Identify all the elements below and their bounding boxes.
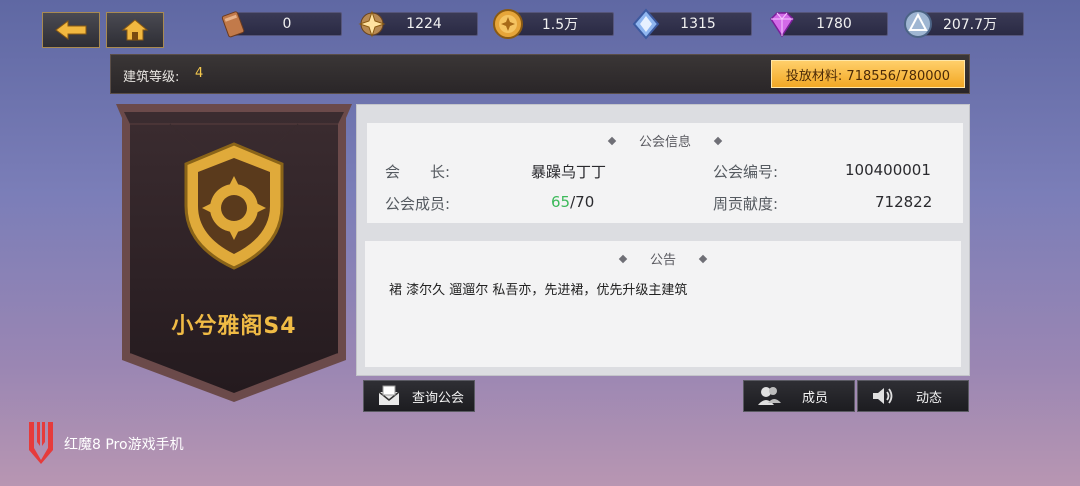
home-icon [121,19,149,41]
activity-button[interactable]: 动态 [857,380,969,412]
back-button[interactable] [42,12,100,48]
speaker-icon [870,383,896,409]
resource-scroll: 0 [221,11,342,38]
members-count: 65/70 [551,193,594,211]
leader-label: 会 长: [385,163,451,181]
notice-title: 公告 [365,249,961,268]
diamond-icon [618,254,628,263]
contribution-label: 周贡献度: [713,195,779,213]
scroll-icon [217,7,251,41]
leader-value: 暴躁乌丁丁 [531,163,607,181]
resource-coin: 1.5万 [493,9,614,39]
diamond-icon [713,136,723,145]
resource-value: 1224 [406,16,442,32]
resource-star: 1224 [358,10,478,38]
guild-banner: 小兮雅阁S4 [110,104,358,404]
members-icon [756,383,782,409]
diamond-icon [698,254,708,263]
resource-value: 0 [282,16,292,32]
resource-value: 207.7万 [942,17,998,33]
notice-card: 公告 裙 漆尔久 遛遛尔 私吾亦，先进裙，优先升级主建筑 [365,241,961,367]
guild-info-panel: 公会信息 会 长: 暴躁乌丁丁 公会编号: 100400001 公会成员: 65… [356,104,970,376]
silver-orb-icon [901,7,935,41]
guild-id-value: 100400001 [845,161,931,179]
building-level-value: 4 [195,66,204,81]
resource-value: 1.5万 [541,17,579,33]
notice-text: 裙 漆尔久 遛遛尔 私吾亦，先进裙，优先升级主建筑 [389,283,688,298]
contribution-value: 712822 [875,193,933,211]
members-button[interactable]: 成员 [743,380,855,412]
purple-diamond-icon [765,7,799,41]
info-card: 公会信息 会 长: 暴躁乌丁丁 公会编号: 100400001 公会成员: 65… [367,123,963,223]
members-current: 65 [551,193,571,211]
gold-coin-icon [491,7,525,41]
resource-orb: 207.7万 [904,10,1024,38]
watermark-text: 红魔8 Pro游戏手机 [64,437,184,453]
resource-value: 1315 [680,16,716,32]
guild-id-label: 公会编号: [713,163,779,181]
info-title-text: 公会信息 [638,135,691,150]
invest-materials-button[interactable]: 投放材料: 718556/780000 [771,60,965,88]
members-label: 公会成员: [385,195,451,213]
arrow-left-icon [55,20,87,40]
activity-label: 动态 [916,390,943,406]
letter-icon [376,383,402,409]
resource-crystal: 1315 [632,8,752,40]
members-max: /70 [570,193,595,211]
resource-diamond: 1780 [770,12,888,38]
building-level-label: 建筑等级: [123,70,180,85]
device-watermark: 红魔8 Pro游戏手机 [26,418,226,464]
query-guild-label: 查询公会 [412,390,465,406]
diamond-icon [607,136,617,145]
resource-value: 1780 [816,16,852,32]
red-magic-logo-icon [29,422,53,464]
query-guild-button[interactable]: 查询公会 [363,380,475,412]
info-title: 公会信息 [367,131,963,150]
home-button[interactable] [106,12,164,48]
members-label: 成员 [802,390,829,406]
star-emblem-icon [355,7,389,41]
blue-crystal-icon [629,7,663,41]
invest-materials-label: 投放材料: 718556/780000 [785,68,951,84]
guild-name: 小兮雅阁S4 [171,314,297,339]
building-level-bar: 建筑等级: 4 投放材料: 718556/780000 [110,54,970,94]
guild-shield-emblem-icon [184,142,284,270]
notice-title-text: 公告 [649,253,676,268]
